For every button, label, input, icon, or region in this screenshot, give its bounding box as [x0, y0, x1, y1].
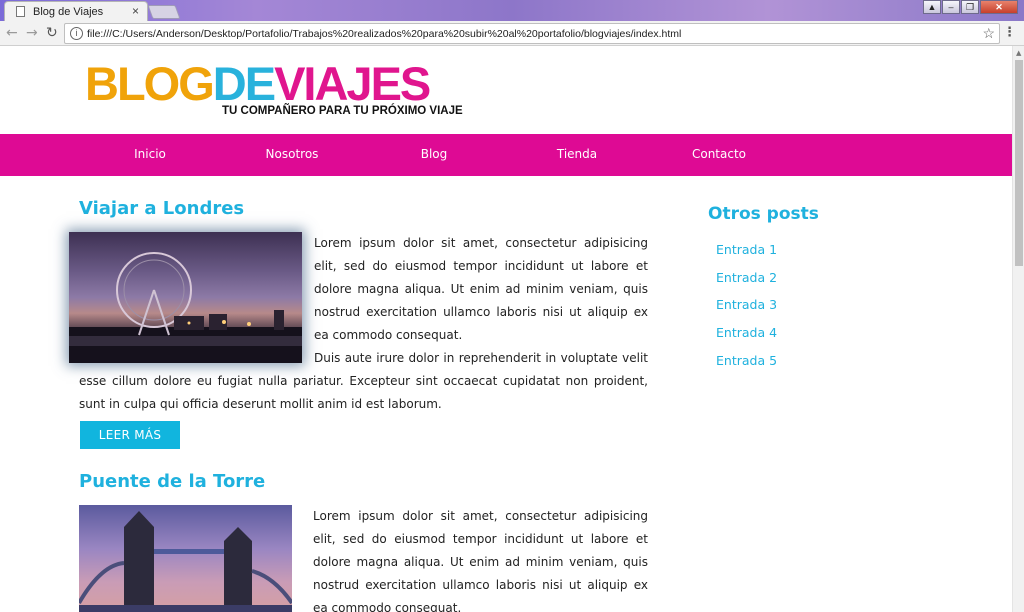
- sidebar-entry[interactable]: Entrada 1: [716, 242, 777, 270]
- tower-bridge-illustration: [79, 511, 292, 612]
- user-icon[interactable]: ▲: [923, 0, 941, 14]
- logo-tagline: TU COMPAÑERO PARA TU PRÓXIMO VIAJE: [222, 105, 463, 117]
- window-controls: ▲ – ❐ ✕: [922, 0, 1018, 14]
- scroll-up-icon[interactable]: ▲: [1016, 49, 1021, 57]
- nav-link-contacto[interactable]: Contacto: [692, 147, 746, 161]
- back-arrow-icon[interactable]: ←: [6, 25, 18, 41]
- main-nav: Inicio Nosotros Blog Tienda Contacto: [0, 134, 1012, 176]
- nav-link-nosotros[interactable]: Nosotros: [266, 147, 319, 161]
- sidebar-entry[interactable]: Entrada 4: [716, 325, 777, 353]
- page-viewport: BLOGDEVIAJES TU COMPAÑERO PARA TU PRÓXIM…: [0, 46, 1012, 612]
- london-eye-image: [69, 232, 302, 363]
- sidebar-title: Otros posts: [708, 204, 819, 224]
- post-title[interactable]: Viajar a Londres: [79, 198, 244, 219]
- logo-viajes: VIAJES: [274, 57, 431, 110]
- browser-menu-icon[interactable]: ⋮: [1003, 25, 1016, 40]
- nav-link-tienda[interactable]: Tienda: [557, 147, 597, 161]
- address-bar[interactable]: i file:///C:/Users/Anderson/Desktop/Port…: [64, 23, 1000, 44]
- url-text[interactable]: file:///C:/Users/Anderson/Desktop/Portaf…: [87, 28, 681, 40]
- vertical-scrollbar[interactable]: ▲: [1012, 46, 1024, 612]
- sidebar-entry[interactable]: Entrada 5: [716, 353, 777, 381]
- post-title[interactable]: Puente de la Torre: [79, 471, 265, 492]
- logo-blog: BLOG: [85, 57, 215, 110]
- post-body: Lorem ipsum dolor sit amet, consectetur …: [69, 232, 648, 416]
- tab-title: Blog de Viajes: [33, 6, 104, 18]
- sidebar-entry[interactable]: Entrada 3: [716, 297, 777, 325]
- logo-de: DE: [212, 57, 276, 110]
- minimize-button[interactable]: –: [942, 0, 960, 14]
- tower-bridge-image: [79, 505, 292, 612]
- browser-tab[interactable]: Blog de Viajes ×: [4, 1, 148, 21]
- london-eye-illustration: [69, 252, 302, 363]
- nav-link-inicio[interactable]: Inicio: [134, 147, 166, 161]
- restore-button[interactable]: ❐: [961, 0, 979, 14]
- read-more-button[interactable]: LEER MÁS: [80, 421, 180, 449]
- new-tab-button[interactable]: [147, 5, 181, 19]
- browser-titlebar: Blog de Viajes × ▲ – ❐ ✕: [0, 0, 1024, 21]
- post-body: Lorem ipsum dolor sit amet, consectetur …: [79, 505, 648, 612]
- scrollbar-thumb[interactable]: [1015, 60, 1023, 266]
- reload-icon[interactable]: ↻: [46, 25, 58, 41]
- forward-arrow-icon[interactable]: →: [26, 25, 38, 41]
- tab-close-icon[interactable]: ×: [132, 4, 139, 18]
- browser-toolbar: ← → ↻ i file:///C:/Users/Anderson/Deskto…: [0, 21, 1024, 46]
- nav-link-blog[interactable]: Blog: [421, 147, 448, 161]
- site-logo[interactable]: BLOGDEVIAJES TU COMPAÑERO PARA TU PRÓXIM…: [85, 57, 463, 117]
- sidebar-list: Entrada 1 Entrada 2 Entrada 3 Entrada 4 …: [716, 242, 777, 380]
- bookmark-star-icon[interactable]: ☆: [982, 25, 995, 42]
- info-icon[interactable]: i: [70, 27, 83, 40]
- page-icon: [16, 6, 25, 17]
- close-window-button[interactable]: ✕: [980, 0, 1018, 14]
- sidebar-entry[interactable]: Entrada 2: [716, 270, 777, 298]
